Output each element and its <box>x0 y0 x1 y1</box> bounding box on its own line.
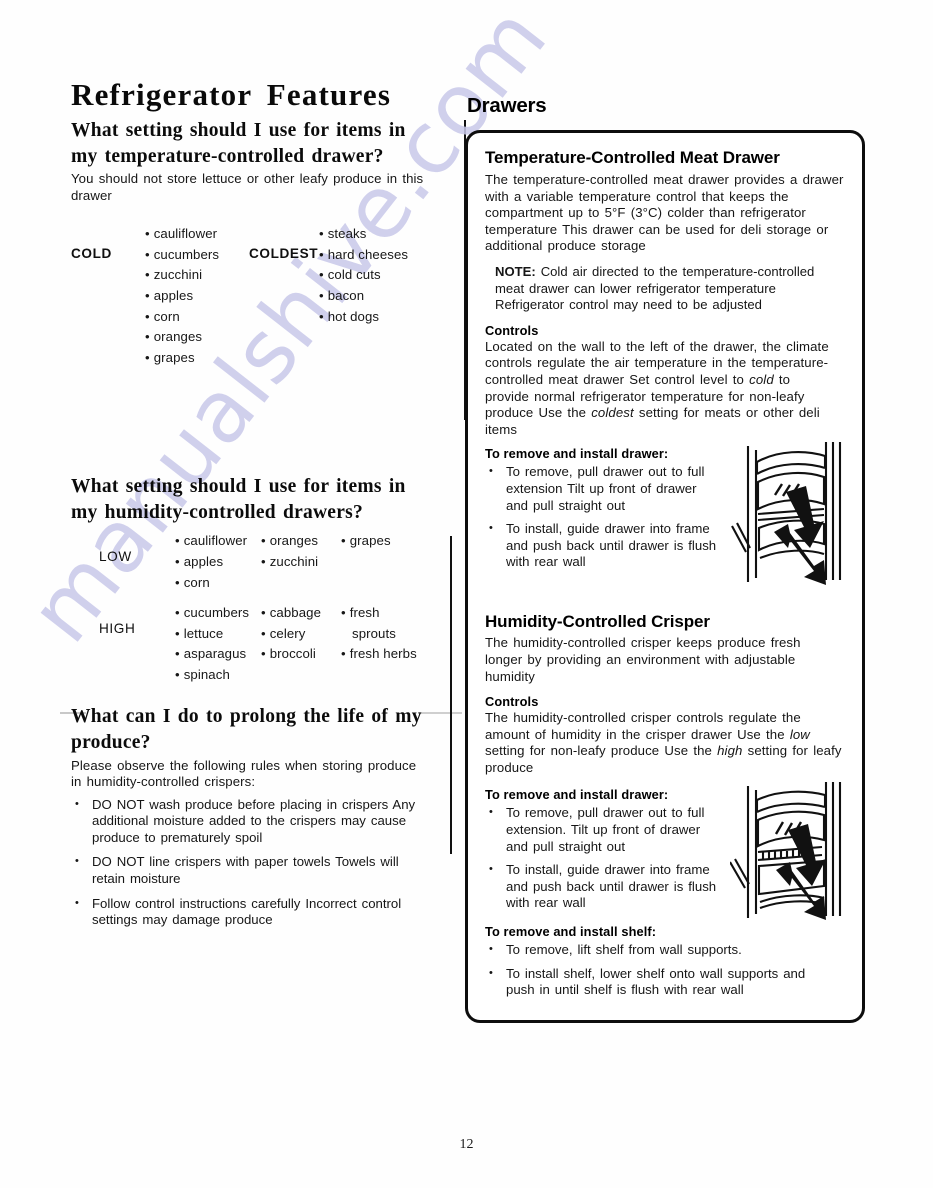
list-item: • fresh herbs <box>341 646 417 662</box>
right-column: Drawers Temperature-Controlled Meat Draw… <box>465 94 865 1023</box>
list-item: • broccoli <box>261 646 316 662</box>
prolong-question-intro: Please observe the following rules when … <box>71 757 417 790</box>
coldest-items-list: • steaks • hard cheeses • cold cuts • bacon … <box>319 224 408 327</box>
list-item: • asparagus <box>175 646 247 662</box>
low-items-col3: • grapes <box>341 531 391 552</box>
list-item: • corn <box>145 308 180 324</box>
crisper-drawer-removal-diagram <box>729 782 842 921</box>
list-item: • celery <box>261 625 306 641</box>
left-column: What setting should I use for items in m… <box>71 118 436 937</box>
crisper-figure <box>729 782 848 927</box>
high-items-col3: • fresh sprouts • fresh herbs <box>341 603 417 665</box>
crisper-heading: Humidity-Controlled Crisper <box>485 612 710 632</box>
page-title: Refrigerator Features <box>71 76 392 112</box>
prolong-question-heading-line1: What can I do to prolong the life of my <box>71 705 422 727</box>
humidity-low-setting-row: LOW • cauliflower • apples • corn • oranges … <box>71 531 436 593</box>
drawers-panel: Temperature-Controlled Meat Drawer The t… <box>465 130 865 1023</box>
list-item: • oranges <box>261 533 319 549</box>
list-item: To install shelf, lower shelf onto wall … <box>485 965 837 999</box>
list-item: • corn <box>175 574 210 590</box>
prolong-question-block: What can I do to prolong the life of my … <box>71 704 436 929</box>
temperature-setting-table: COLD • cauliflower • cucumbers • zucchini •… <box>71 224 436 368</box>
list-item: • cabbage <box>261 605 322 621</box>
list-item: • apples <box>145 287 194 303</box>
crisper-controls-text: The humidity-controlled crisper controls… <box>485 710 842 775</box>
list-item: • steaks <box>319 226 367 242</box>
drawers-section-heading: Drawers <box>467 94 547 117</box>
meat-drawer-controls-text: Located on the wall to the left of the d… <box>485 338 829 437</box>
list-item: • cauliflower <box>175 533 248 549</box>
list-item: • fresh <box>341 605 380 621</box>
prolong-question-heading-line2: produce? <box>71 731 151 753</box>
list-item: • hot dogs <box>319 308 380 324</box>
humidity-question-heading-line1: What setting should I use for items in <box>71 476 406 498</box>
list-item: To remove, pull drawer out to full exten… <box>485 804 725 855</box>
list-item: Follow control instructions carefully In… <box>71 895 423 929</box>
list-item: DO NOT wash produce before placing in cr… <box>71 796 423 847</box>
list-item: • hard cheeses <box>319 246 409 262</box>
list-item: To install, guide drawer into frame and … <box>485 861 725 912</box>
crisper-remove-shelf-list: To remove, lift shelf from wall supports… <box>485 941 837 999</box>
meat-drawer-note: NOTE: Cold air directed to the temperatu… <box>495 264 848 314</box>
list-item: • oranges <box>145 329 203 345</box>
list-item: sprouts <box>352 625 396 641</box>
low-setting-label: LOW <box>99 549 132 565</box>
meat-drawer-intro: The temperature-controlled meat drawer p… <box>485 172 844 254</box>
list-item: • zucchini <box>261 553 319 569</box>
cold-items-list: • cauliflower • cucumbers • zucchini • apple… <box>145 224 249 368</box>
crisper-intro: The humidity-controlled crisper keeps pr… <box>485 635 801 684</box>
list-item: • cucumbers <box>145 246 220 262</box>
list-item: • spinach <box>175 666 230 682</box>
humidity-question-block: What setting should I use for items in m… <box>71 474 436 685</box>
emphasis-low: low <box>789 726 810 742</box>
low-items-col2: • oranges • zucchini <box>261 531 341 572</box>
note-text: Cold air directed to the temperature-con… <box>495 263 815 313</box>
meat-drawer-controls-label: Controls <box>485 322 539 338</box>
scan-artifact-line <box>450 536 452 854</box>
list-item: • lettuce <box>175 625 224 641</box>
cold-setting-label: COLD <box>71 246 112 262</box>
high-setting-label: HIGH <box>99 621 136 637</box>
list-item: DO NOT line crispers with paper towels T… <box>71 853 423 887</box>
list-item: To install, guide drawer into frame and … <box>485 520 717 571</box>
meat-drawer-heading: Temperature-Controlled Meat Drawer <box>485 148 780 167</box>
list-item: • cucumbers <box>175 605 250 621</box>
emphasis-cold: cold <box>749 371 774 387</box>
list-item: • cauliflower <box>145 226 218 242</box>
list-item: • cold cuts <box>319 267 381 283</box>
document-page: manualshive.com Refrigerator Features Wh… <box>0 0 933 1188</box>
note-label: NOTE: <box>495 263 536 279</box>
temperature-question-heading-line2: my temperature-controlled drawer? <box>71 146 384 167</box>
temperature-question-block: What setting should I use for items in m… <box>71 118 436 368</box>
list-item: To remove, pull drawer out to full exten… <box>485 463 717 514</box>
temperature-question-intro: You should not store lettuce or other le… <box>71 171 424 203</box>
page-number: 12 <box>459 1137 474 1152</box>
low-items-col1: • cauliflower • apples • corn <box>175 531 261 593</box>
crisper-remove-drawer-list: To remove, pull drawer out to full exten… <box>485 804 725 912</box>
temperature-question-heading-line1: What setting should I use for items in <box>71 120 406 141</box>
high-items-col1: • cucumbers • lettuce • asparagus • spinach <box>175 603 261 685</box>
refrigerator-drawer-removal-diagram <box>731 442 842 586</box>
high-items-col2: • cabbage • celery • broccoli <box>261 603 341 665</box>
list-item: • apples <box>175 553 224 569</box>
meat-drawer-figure <box>730 440 848 593</box>
list-item: • grapes <box>145 349 195 365</box>
coldest-setting-label: COLDEST <box>249 246 319 262</box>
meat-drawer-remove-list: To remove, pull drawer out to full exten… <box>485 463 717 571</box>
list-item: To remove, lift shelf from wall supports… <box>485 941 837 959</box>
humidity-question-heading-line2: my humidity-controlled drawers? <box>71 502 363 524</box>
list-item: • bacon <box>319 287 365 303</box>
list-item: • zucchini <box>145 267 203 283</box>
emphasis-high: high <box>717 743 743 759</box>
prolong-bullet-list: DO NOT wash produce before placing in cr… <box>71 796 423 929</box>
emphasis-coldest: coldest <box>591 405 634 421</box>
list-item: • grapes <box>341 533 391 549</box>
crisper-controls-label: Controls <box>485 694 539 710</box>
humidity-high-setting-row: HIGH • cucumbers • lettuce • asparagus • spi… <box>71 603 436 685</box>
